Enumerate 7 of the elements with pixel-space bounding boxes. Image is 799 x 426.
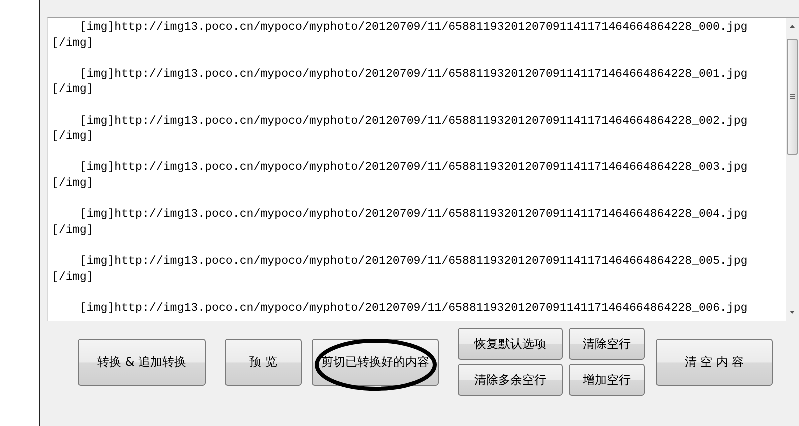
clear-blank-lines-button[interactable]: 清除空行	[569, 328, 645, 360]
convert-button[interactable]: 转换 & 追加转换	[78, 338, 206, 386]
add-blank-lines-button[interactable]: 增加空行	[569, 364, 645, 396]
restore-defaults-button[interactable]: 恢复默认选项	[458, 328, 563, 360]
clear-content-button[interactable]: 清 空 内 容	[656, 338, 773, 386]
preview-button[interactable]: 预 览	[225, 338, 302, 386]
clear-extra-blank-lines-button[interactable]: 清除多余空行	[458, 364, 563, 396]
